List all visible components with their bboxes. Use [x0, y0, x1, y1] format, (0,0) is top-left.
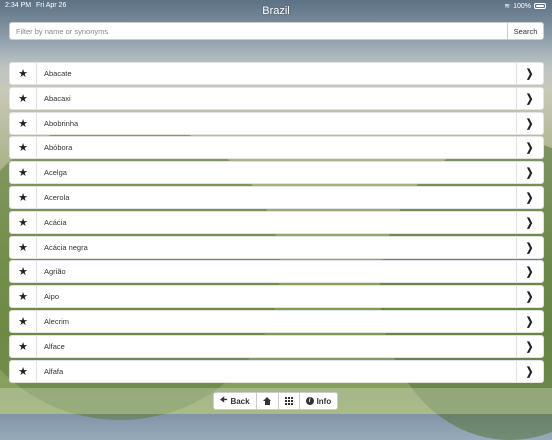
- home-icon: [262, 396, 272, 406]
- back-label: Back: [230, 396, 250, 406]
- info-icon: i: [305, 397, 314, 405]
- chevron-right-button[interactable]: ❯: [516, 286, 543, 308]
- list-item-label[interactable]: Aipo: [37, 286, 516, 308]
- list-item-label[interactable]: Acácia negra: [37, 236, 516, 258]
- search-button[interactable]: Search: [507, 22, 544, 40]
- list-item[interactable]: ★ Abacate ❯: [9, 62, 544, 85]
- star-icon[interactable]: ★: [10, 63, 37, 84]
- list-item[interactable]: ★ Abobrinha ❯: [9, 111, 544, 135]
- chevron-right-icon: ❯: [526, 315, 534, 328]
- star-icon[interactable]: ★: [10, 310, 37, 332]
- list-item[interactable]: ★ Acelga ❯: [9, 161, 544, 185]
- star-icon[interactable]: ★: [10, 236, 37, 258]
- list-item-label[interactable]: Alfafa: [37, 360, 516, 382]
- chevron-right-button[interactable]: ❯: [516, 335, 543, 357]
- search-input[interactable]: [9, 22, 507, 40]
- info-label: Info: [316, 396, 332, 406]
- list-item-label[interactable]: Abobrinha: [37, 112, 516, 134]
- list-item-label[interactable]: Abacate: [37, 63, 516, 84]
- chevron-right-icon: ❯: [526, 92, 534, 105]
- info-button[interactable]: i Info: [298, 392, 339, 410]
- chevron-right-button[interactable]: ❯: [516, 211, 543, 233]
- star-icon[interactable]: ★: [10, 87, 37, 109]
- list-item-label[interactable]: Abóbora: [37, 137, 516, 159]
- search-bar: Search: [9, 22, 544, 40]
- item-list: ★ Abacate ❯ ★ Abacaxi ❯ ★ Abobrinha ❯ ★ Abóbora ❯ ★ A…: [9, 62, 544, 384]
- star-icon[interactable]: ★: [10, 112, 37, 134]
- star-icon[interactable]: ★: [10, 137, 37, 159]
- list-item[interactable]: ★ Alface ❯: [9, 334, 544, 358]
- chevron-right-icon: ❯: [526, 340, 534, 353]
- chevron-right-icon: ❯: [526, 365, 534, 378]
- list-item-label[interactable]: Abacaxi: [37, 87, 516, 109]
- star-icon[interactable]: ★: [10, 211, 37, 233]
- star-icon[interactable]: ★: [10, 335, 37, 357]
- chevron-right-button[interactable]: ❯: [516, 310, 543, 332]
- chevron-right-icon: ❯: [526, 191, 534, 204]
- list-item[interactable]: ★ Acácia negra ❯: [9, 235, 544, 259]
- chevron-right-button[interactable]: ❯: [516, 360, 543, 382]
- list-item[interactable]: ★ Agrião ❯: [9, 260, 544, 284]
- list-item-label[interactable]: Alface: [37, 335, 516, 357]
- chevron-right-button[interactable]: ❯: [516, 186, 543, 208]
- grid-icon: [284, 397, 293, 405]
- chevron-right-button[interactable]: ❯: [516, 162, 543, 184]
- chevron-right-button[interactable]: ❯: [516, 87, 543, 109]
- chevron-right-button[interactable]: ❯: [516, 236, 543, 258]
- chevron-right-icon: ❯: [526, 142, 534, 155]
- chevron-right-button[interactable]: ❯: [516, 112, 543, 134]
- star-icon[interactable]: ★: [10, 261, 37, 283]
- list-item[interactable]: ★ Abóbora ❯: [9, 136, 544, 160]
- list-item[interactable]: ★ Acácia ❯: [9, 210, 544, 234]
- chevron-right-icon: ❯: [526, 241, 534, 254]
- star-icon[interactable]: ★: [10, 286, 37, 308]
- star-icon[interactable]: ★: [10, 360, 37, 382]
- arrow-left-icon: 🠈: [220, 395, 228, 404]
- list-item[interactable]: ★ Abacaxi ❯: [9, 86, 544, 110]
- chevron-right-button[interactable]: ❯: [516, 137, 543, 159]
- toolbar: 🠈 Back i Info: [213, 392, 339, 410]
- chevron-right-icon: ❯: [526, 266, 534, 279]
- star-icon[interactable]: ★: [10, 162, 37, 184]
- list-item[interactable]: ★ Alecrim ❯: [9, 309, 544, 333]
- chevron-right-button[interactable]: ❯: [516, 261, 543, 283]
- list-item-label[interactable]: Alecrim: [37, 310, 516, 332]
- chevron-right-icon: ❯: [526, 68, 534, 80]
- chevron-right-icon: ❯: [526, 216, 534, 229]
- list-item-label[interactable]: Acácia: [37, 211, 516, 233]
- list-item-label[interactable]: Acerola: [37, 186, 516, 208]
- chevron-right-icon: ❯: [526, 291, 534, 304]
- page-title: Brazil: [262, 5, 290, 17]
- chevron-right-icon: ❯: [526, 117, 534, 130]
- list-item[interactable]: ★ Alfafa ❯: [9, 359, 544, 383]
- star-icon[interactable]: ★: [10, 186, 37, 208]
- list-item[interactable]: ★ Acerola ❯: [9, 185, 544, 209]
- back-button[interactable]: 🠈 Back: [213, 392, 257, 410]
- home-button[interactable]: [255, 392, 279, 410]
- list-item-label[interactable]: Agrião: [37, 261, 516, 283]
- chevron-right-button[interactable]: ❯: [516, 63, 543, 84]
- chevron-right-icon: ❯: [526, 167, 534, 180]
- list-item-label[interactable]: Acelga: [37, 162, 516, 184]
- grid-button[interactable]: [277, 392, 300, 410]
- list-item[interactable]: ★ Aipo ❯: [9, 285, 544, 309]
